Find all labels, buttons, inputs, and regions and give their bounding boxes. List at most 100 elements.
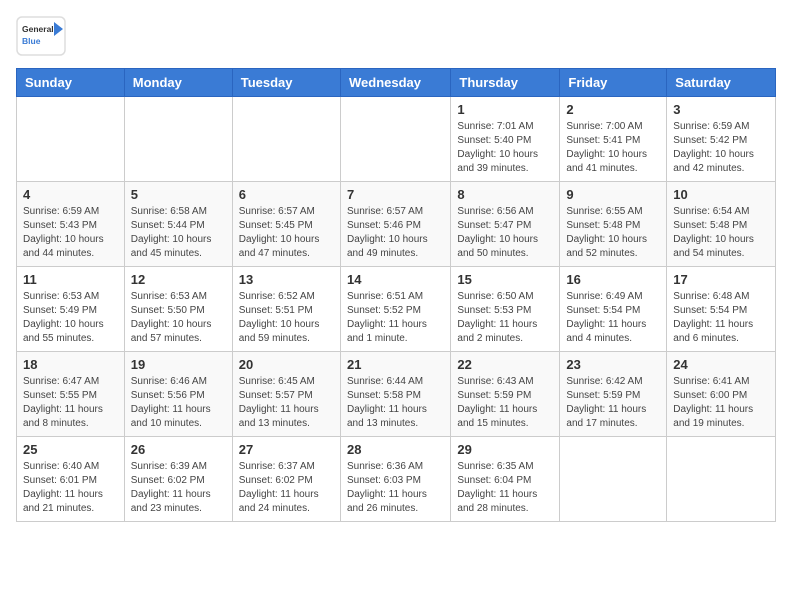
calendar-cell: 22Sunrise: 6:43 AM Sunset: 5:59 PM Dayli… (451, 352, 560, 437)
calendar-week-row: 1 Sunrise: 7:01 AM Sunset: 5:40 PM Daylig… (17, 97, 776, 182)
calendar-week-row: 18 Sunrise: 6:47 AM Sunset: 5:55 PM Dayli… (17, 352, 776, 437)
day-info: Sunrise: 6:53 AM Sunset: 5:49 PM Dayligh… (23, 290, 118, 346)
logo: General Blue (16, 16, 66, 56)
day-number: 4 (23, 187, 118, 202)
calendar-cell: 21 Sunrise: 6:44 AM Sunset: 5:58 PM Dayli… (340, 352, 450, 437)
day-info: Sunrise: 6:59 AM Sunset: 5:42 PM Dayligh… (673, 120, 769, 176)
day-info: Sunrise: 6:49 AM Sunset: 5:54 PM Dayligh… (566, 290, 660, 346)
calendar-cell: 27 Sunrise: 6:37 AM Sunset: 6:02 PM Dayli… (232, 437, 340, 522)
day-number: 21 (347, 357, 444, 372)
calendar-cell (232, 97, 340, 182)
day-info: Sunrise: 6:35 AM Sunset: 6:04 PM Dayligh… (457, 460, 553, 516)
column-header-tuesday: Tuesday (232, 69, 340, 97)
day-info: Sunrise: 6:37 AM Sunset: 6:02 PM Dayligh… (239, 460, 334, 516)
day-number: 23 (566, 357, 660, 372)
day-number: 15 (457, 272, 553, 287)
calendar-cell (560, 437, 667, 522)
calendar-cell: 11 Sunrise: 6:53 AM Sunset: 5:49 PM Dayli… (17, 267, 125, 352)
day-number: 24 (673, 357, 769, 372)
day-info: Sunrise: 6:53 AM Sunset: 5:50 PM Dayligh… (131, 290, 226, 346)
day-info: Sunrise: 6:47 AM Sunset: 5:55 PM Dayligh… (23, 375, 118, 431)
day-number: 17 (673, 272, 769, 287)
day-number: 5 (131, 187, 226, 202)
calendar-cell: 7 Sunrise: 6:57 AM Sunset: 5:46 PM Daylig… (340, 182, 450, 267)
day-number: 13 (239, 272, 334, 287)
day-info: Sunrise: 7:00 AM Sunset: 5:41 PM Dayligh… (566, 120, 660, 176)
day-number: 10 (673, 187, 769, 202)
column-header-wednesday: Wednesday (340, 69, 450, 97)
day-number: 29 (457, 442, 553, 457)
column-header-thursday: Thursday (451, 69, 560, 97)
day-number: 11 (23, 272, 118, 287)
calendar-week-row: 11 Sunrise: 6:53 AM Sunset: 5:49 PM Dayli… (17, 267, 776, 352)
calendar-cell: 13 Sunrise: 6:52 AM Sunset: 5:51 PM Dayli… (232, 267, 340, 352)
day-info: Sunrise: 6:57 AM Sunset: 5:46 PM Dayligh… (347, 205, 444, 261)
calendar-cell: 1 Sunrise: 7:01 AM Sunset: 5:40 PM Daylig… (451, 97, 560, 182)
day-number: 27 (239, 442, 334, 457)
svg-text:Blue: Blue (22, 36, 41, 46)
day-number: 1 (457, 102, 553, 117)
day-number: 2 (566, 102, 660, 117)
calendar-cell: 20 Sunrise: 6:45 AM Sunset: 5:57 PM Dayli… (232, 352, 340, 437)
column-header-sunday: Sunday (17, 69, 125, 97)
calendar-cell (17, 97, 125, 182)
calendar-cell (124, 97, 232, 182)
day-info: Sunrise: 6:52 AM Sunset: 5:51 PM Dayligh… (239, 290, 334, 346)
day-info: Sunrise: 6:54 AM Sunset: 5:48 PM Dayligh… (673, 205, 769, 261)
day-info: Sunrise: 6:59 AM Sunset: 5:43 PM Dayligh… (23, 205, 118, 261)
calendar-cell: 29 Sunrise: 6:35 AM Sunset: 6:04 PM Dayli… (451, 437, 560, 522)
calendar-week-row: 25 Sunrise: 6:40 AM Sunset: 6:01 PM Dayli… (17, 437, 776, 522)
calendar-cell: 8Sunrise: 6:56 AM Sunset: 5:47 PM Daylig… (451, 182, 560, 267)
day-number: 25 (23, 442, 118, 457)
calendar-cell: 28 Sunrise: 6:36 AM Sunset: 6:03 PM Dayli… (340, 437, 450, 522)
day-number: 19 (131, 357, 226, 372)
calendar-cell (340, 97, 450, 182)
calendar-cell: 17 Sunrise: 6:48 AM Sunset: 5:54 PM Dayli… (667, 267, 776, 352)
day-number: 14 (347, 272, 444, 287)
day-info: Sunrise: 6:43 AM Sunset: 5:59 PM Dayligh… (457, 375, 553, 431)
day-info: Sunrise: 6:51 AM Sunset: 5:52 PM Dayligh… (347, 290, 444, 346)
calendar-cell: 3 Sunrise: 6:59 AM Sunset: 5:42 PM Daylig… (667, 97, 776, 182)
day-number: 20 (239, 357, 334, 372)
day-info: Sunrise: 6:44 AM Sunset: 5:58 PM Dayligh… (347, 375, 444, 431)
calendar-cell: 16 Sunrise: 6:49 AM Sunset: 5:54 PM Dayli… (560, 267, 667, 352)
calendar-table: SundayMondayTuesdayWednesdayThursdayFrid… (16, 68, 776, 522)
day-info: Sunrise: 6:58 AM Sunset: 5:44 PM Dayligh… (131, 205, 226, 261)
day-info: Sunrise: 6:50 AM Sunset: 5:53 PM Dayligh… (457, 290, 553, 346)
logo-svg: General Blue (16, 16, 66, 56)
day-number: 3 (673, 102, 769, 117)
column-header-monday: Monday (124, 69, 232, 97)
calendar-cell: 2 Sunrise: 7:00 AM Sunset: 5:41 PM Daylig… (560, 97, 667, 182)
day-number: 6 (239, 187, 334, 202)
day-info: Sunrise: 6:57 AM Sunset: 5:45 PM Dayligh… (239, 205, 334, 261)
day-info: Sunrise: 6:46 AM Sunset: 5:56 PM Dayligh… (131, 375, 226, 431)
day-info: Sunrise: 6:40 AM Sunset: 6:01 PM Dayligh… (23, 460, 118, 516)
day-number: 7 (347, 187, 444, 202)
calendar-cell: 19 Sunrise: 6:46 AM Sunset: 5:56 PM Dayli… (124, 352, 232, 437)
calendar-header-row: SundayMondayTuesdayWednesdayThursdayFrid… (17, 69, 776, 97)
calendar-cell: 26Sunrise: 6:39 AM Sunset: 6:02 PM Dayli… (124, 437, 232, 522)
day-info: Sunrise: 6:36 AM Sunset: 6:03 PM Dayligh… (347, 460, 444, 516)
column-header-saturday: Saturday (667, 69, 776, 97)
day-number: 12 (131, 272, 226, 287)
day-info: Sunrise: 6:45 AM Sunset: 5:57 PM Dayligh… (239, 375, 334, 431)
day-number: 16 (566, 272, 660, 287)
calendar-cell: 24 Sunrise: 6:41 AM Sunset: 6:00 PM Dayli… (667, 352, 776, 437)
calendar-cell: 10 Sunrise: 6:54 AM Sunset: 5:48 PM Dayli… (667, 182, 776, 267)
calendar-cell: 12 Sunrise: 6:53 AM Sunset: 5:50 PM Dayli… (124, 267, 232, 352)
day-number: 28 (347, 442, 444, 457)
day-info: Sunrise: 6:48 AM Sunset: 5:54 PM Dayligh… (673, 290, 769, 346)
day-number: 9 (566, 187, 660, 202)
svg-text:General: General (22, 24, 54, 34)
calendar-cell: 14 Sunrise: 6:51 AM Sunset: 5:52 PM Dayli… (340, 267, 450, 352)
calendar-cell: 6 Sunrise: 6:57 AM Sunset: 5:45 PM Daylig… (232, 182, 340, 267)
day-info: Sunrise: 6:41 AM Sunset: 6:00 PM Dayligh… (673, 375, 769, 431)
calendar-cell: 15 Sunrise: 6:50 AM Sunset: 5:53 PM Dayli… (451, 267, 560, 352)
day-info: Sunrise: 7:01 AM Sunset: 5:40 PM Dayligh… (457, 120, 553, 176)
page-header: General Blue (16, 16, 776, 56)
calendar-cell (667, 437, 776, 522)
calendar-cell: 23Sunrise: 6:42 AM Sunset: 5:59 PM Dayli… (560, 352, 667, 437)
day-info: Sunrise: 6:39 AM Sunset: 6:02 PM Dayligh… (131, 460, 226, 516)
day-info: Sunrise: 6:56 AM Sunset: 5:47 PM Dayligh… (457, 205, 553, 261)
day-number: 18 (23, 357, 118, 372)
